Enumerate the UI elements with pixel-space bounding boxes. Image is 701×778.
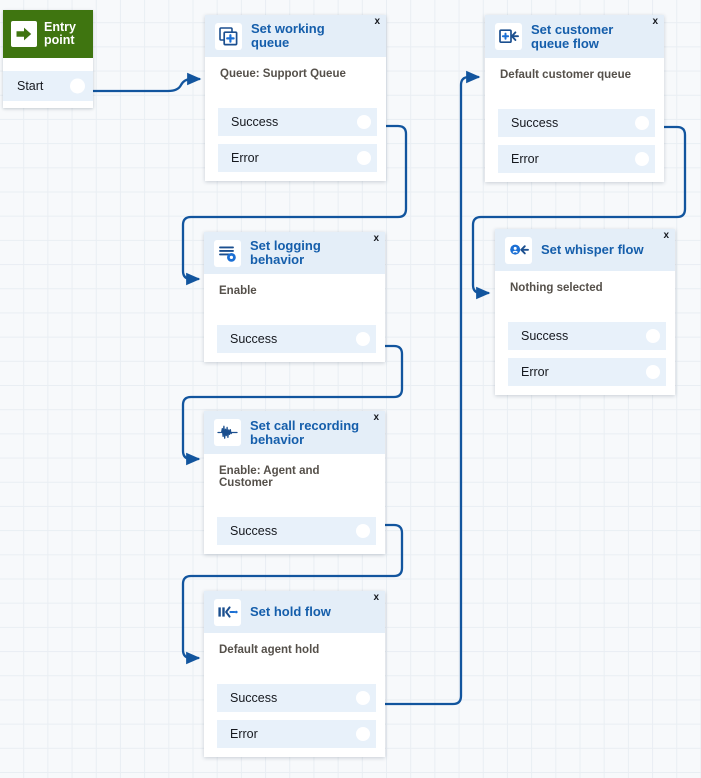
port-knob[interactable] — [356, 332, 370, 346]
node-header: Set hold flow x — [204, 591, 385, 633]
port-label: Success — [231, 115, 279, 129]
entry-point-title: Entry point — [44, 20, 76, 47]
node-spacer — [204, 297, 385, 315]
port-label: Success — [230, 332, 278, 346]
node-title: Set customer queue flow — [531, 21, 614, 51]
node-ports: Success Error — [204, 674, 385, 757]
node-description: Queue: Support Queue — [220, 68, 346, 80]
close-icon[interactable]: x — [373, 234, 379, 244]
port-knob[interactable] — [356, 691, 370, 705]
node-ports: Success — [204, 507, 385, 554]
entry-port-start-label: Start — [17, 79, 44, 93]
node-title: Set logging behavior — [250, 238, 321, 267]
entry-point-header: Entry point — [3, 10, 93, 58]
port-knob[interactable] — [357, 151, 371, 165]
node-title: Set call recording behavior — [250, 417, 360, 447]
node-description: Default customer queue — [500, 69, 631, 81]
port-label: Success — [230, 691, 278, 705]
whisper-flow-icon — [505, 236, 532, 264]
node-spacer — [205, 80, 386, 98]
node-description: Nothing selected — [510, 282, 603, 294]
connector-start-to-working-queue — [93, 72, 202, 93]
port-label: Success — [521, 329, 569, 343]
connector-hold-to-customer-queue — [385, 70, 481, 706]
node-ports: Success Error — [485, 99, 664, 182]
port-knob[interactable] — [356, 524, 370, 538]
node-title: Set working queue — [251, 21, 325, 50]
port-label: Error — [521, 365, 549, 379]
node-ports: Success — [204, 315, 385, 362]
port-label: Error — [231, 151, 259, 165]
node-title: Set whisper flow — [541, 242, 644, 257]
close-icon[interactable]: x — [373, 593, 379, 603]
close-icon[interactable]: x — [374, 17, 380, 27]
close-icon[interactable]: x — [652, 17, 658, 27]
port-error[interactable]: Error — [217, 720, 376, 748]
add-queue-icon — [215, 22, 242, 50]
customer-queue-flow-icon — [495, 23, 522, 50]
port-knob[interactable] — [356, 727, 370, 741]
port-success[interactable]: Success — [508, 322, 666, 350]
port-error[interactable]: Error — [218, 144, 377, 172]
close-icon[interactable]: x — [663, 231, 669, 241]
node-set-hold-flow[interactable]: Set hold flow x Default agent hold Succe… — [204, 591, 385, 757]
node-description: Default agent hold — [219, 644, 320, 656]
node-set-whisper-flow[interactable]: Set whisper flow x Nothing selected Succ… — [495, 229, 675, 395]
node-header: Set whisper flow x — [495, 229, 675, 271]
node-set-logging-behavior[interactable]: Set logging behavior x Enable Success — [204, 232, 385, 362]
node-description: Enable — [219, 285, 257, 297]
port-knob[interactable] — [646, 329, 660, 343]
node-description: Enable: Agent and Customer — [219, 465, 320, 489]
node-header: Set call recording behavior x — [204, 411, 385, 454]
port-label: Error — [230, 727, 258, 741]
flow-canvas[interactable]: Entry point Start Set working queue x Qu… — [0, 0, 701, 778]
node-set-call-recording-behavior[interactable]: Set call recording behavior x Enable: Ag… — [204, 411, 385, 554]
node-spacer — [204, 656, 385, 674]
port-success[interactable]: Success — [217, 684, 376, 712]
port-success[interactable]: Success — [218, 108, 377, 136]
port-error[interactable]: Error — [508, 358, 666, 386]
node-header: Set customer queue flow x — [485, 15, 664, 58]
node-spacer — [485, 81, 664, 99]
port-label: Success — [511, 116, 559, 130]
node-title: Set hold flow — [250, 604, 331, 619]
node-spacer — [204, 489, 385, 507]
node-set-customer-queue-flow[interactable]: Set customer queue flow x Default custom… — [485, 15, 664, 182]
entry-point-node[interactable]: Entry point Start — [3, 10, 93, 108]
port-success[interactable]: Success — [217, 325, 376, 353]
node-set-working-queue[interactable]: Set working queue x Queue: Support Queue… — [205, 15, 386, 181]
entry-port-start[interactable]: Start — [3, 71, 93, 101]
node-header: Set logging behavior x — [204, 232, 385, 274]
port-label: Error — [511, 152, 539, 166]
waveform-icon — [214, 419, 241, 446]
node-header: Set working queue x — [205, 15, 386, 57]
node-ports: Success Error — [495, 312, 675, 395]
port-knob[interactable] — [646, 365, 660, 379]
port-knob[interactable] — [635, 116, 649, 130]
port-success[interactable]: Success — [498, 109, 655, 137]
node-spacer — [495, 294, 675, 312]
arrow-right-icon — [11, 21, 37, 47]
port-label: Success — [230, 524, 278, 538]
entry-point-body: Start — [3, 58, 93, 108]
close-icon[interactable]: x — [373, 413, 379, 423]
port-knob[interactable] — [357, 115, 371, 129]
port-knob[interactable] — [635, 152, 649, 166]
port-error[interactable]: Error — [498, 145, 655, 173]
node-ports: Success Error — [205, 98, 386, 181]
logging-gear-icon — [214, 239, 241, 267]
port-success[interactable]: Success — [217, 517, 376, 545]
entry-port-start-knob[interactable] — [70, 78, 85, 94]
hold-flow-icon — [214, 598, 241, 626]
